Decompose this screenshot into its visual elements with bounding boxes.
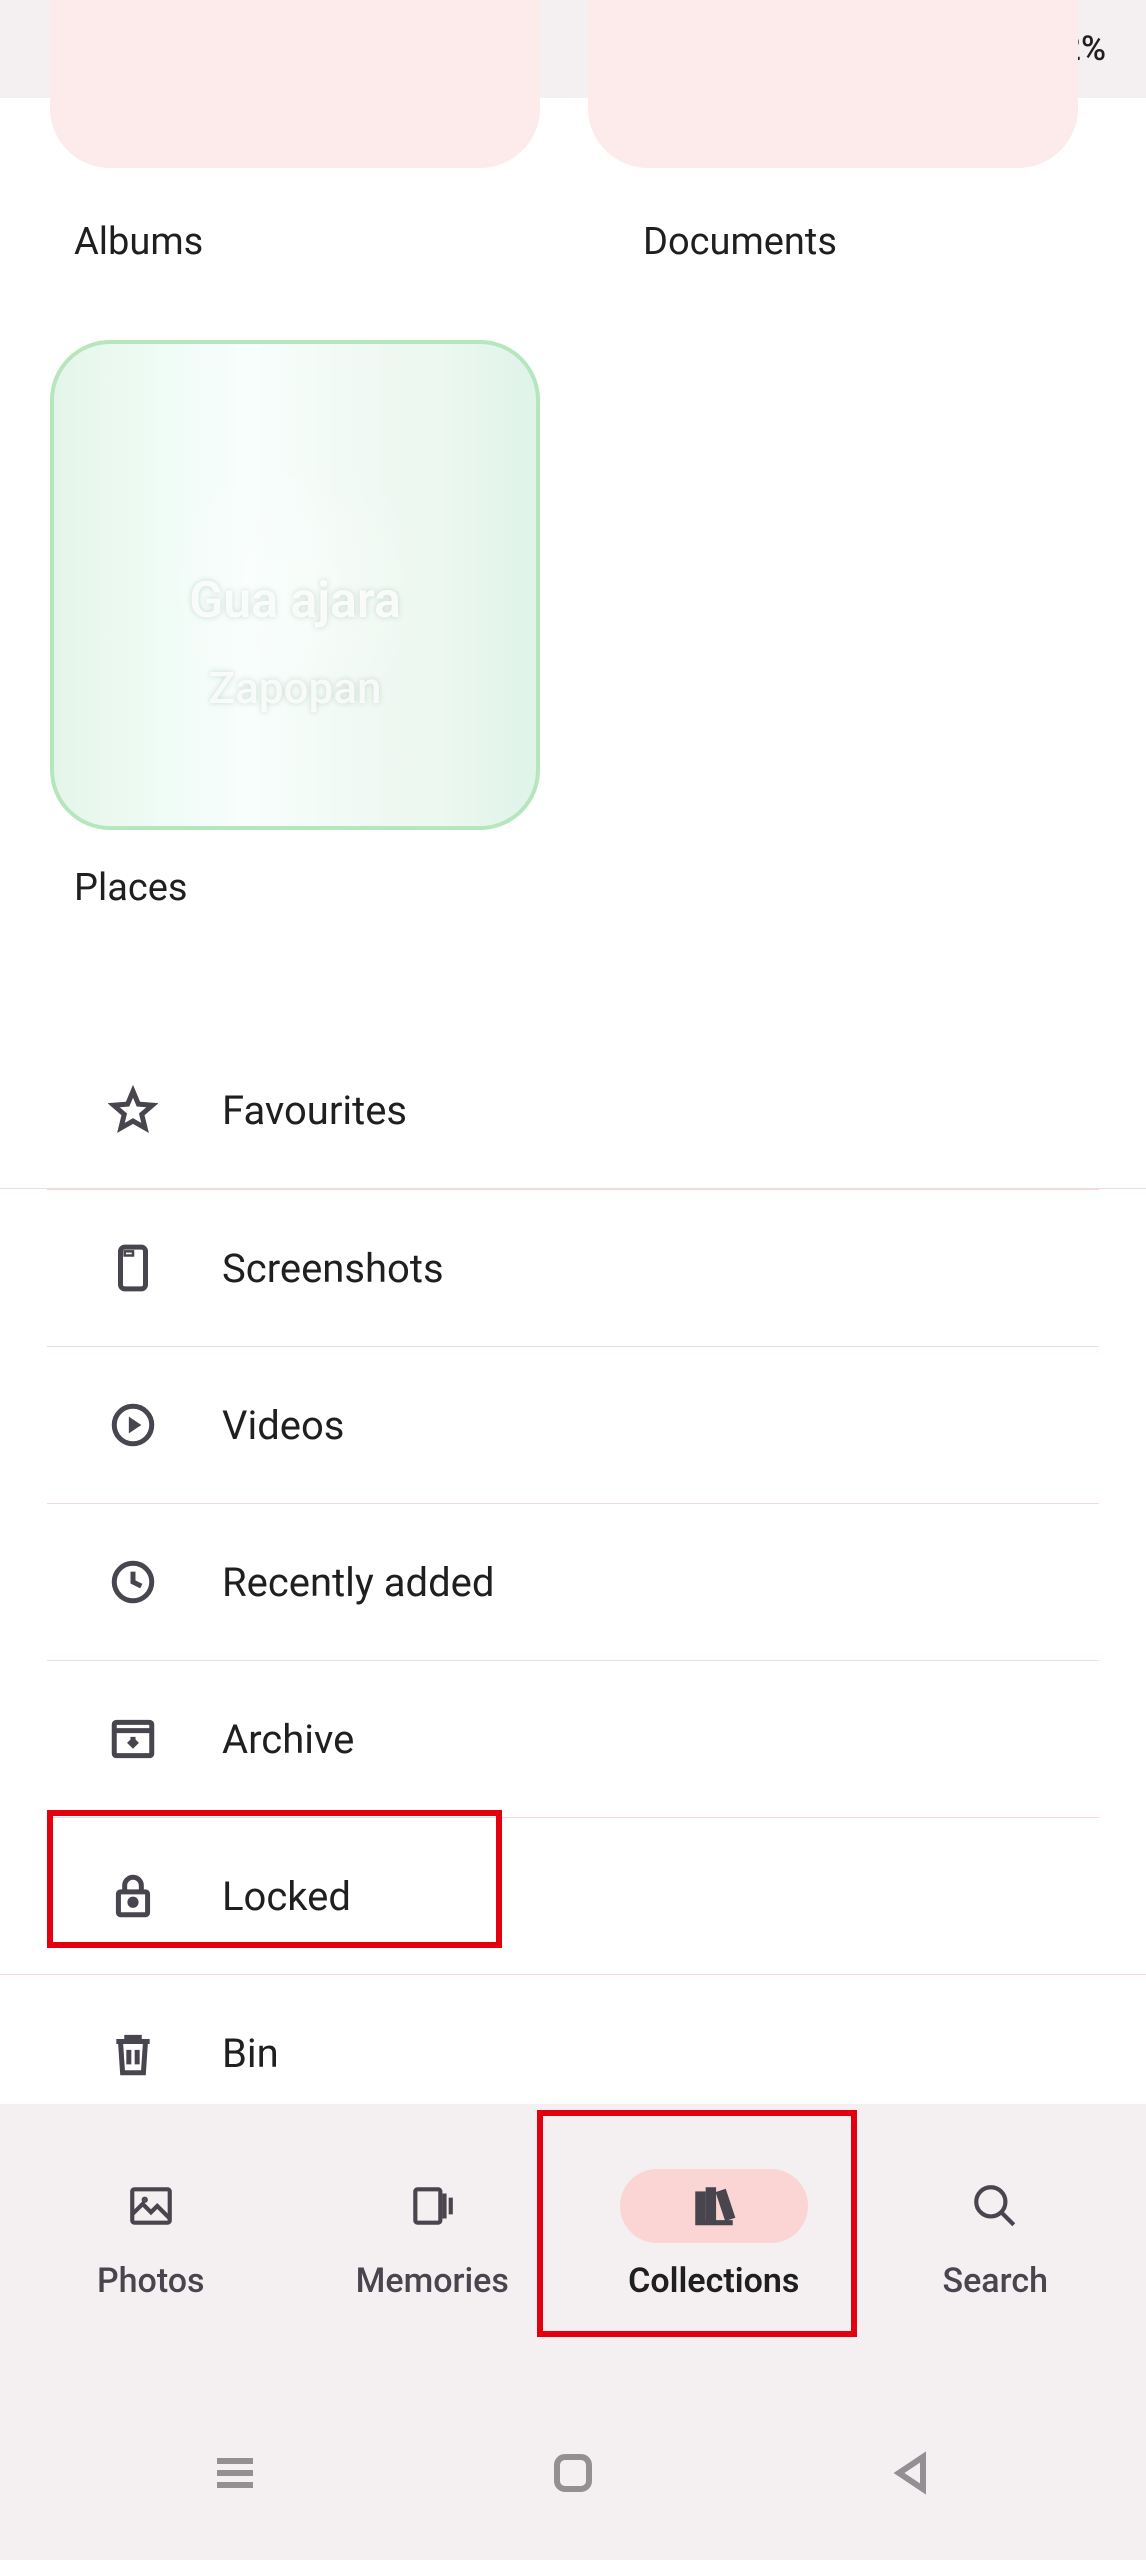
menu-label: Archive <box>222 1716 354 1763</box>
nav-label: Photos <box>97 2261 205 2301</box>
menu-label: Locked <box>222 1873 351 1920</box>
collections-icon <box>620 2169 808 2243</box>
menu-label: Videos <box>222 1402 344 1449</box>
search-icon <box>901 2169 1089 2243</box>
places-label[interactable]: Places <box>74 866 1146 910</box>
recent-apps-button[interactable] <box>211 2449 259 2501</box>
collections-menu: Favourites Screenshots Videos Recently a… <box>0 1032 1146 2132</box>
back-button[interactable] <box>887 2449 935 2501</box>
bin-icon <box>108 2029 158 2079</box>
archive-icon <box>108 1714 158 1764</box>
menu-archive[interactable]: Archive <box>47 1661 1099 1818</box>
nav-photos[interactable]: Photos <box>10 2169 292 2301</box>
menu-label: Favourites <box>222 1087 407 1134</box>
places-map-text: Gua ajara <box>54 572 536 630</box>
places-map-subtext: Zapopan <box>54 662 536 714</box>
menu-screenshots[interactable]: Screenshots <box>47 1190 1099 1347</box>
play-circle-icon <box>108 1400 158 1450</box>
bottom-nav: Photos Memories Collections Search <box>0 2104 1146 2350</box>
nav-memories[interactable]: Memories <box>292 2169 574 2301</box>
places-card[interactable]: Gua ajara Zapopan <box>50 340 540 830</box>
documents-card[interactable] <box>588 0 1078 168</box>
home-button[interactable] <box>549 2449 597 2501</box>
menu-label: Recently added <box>222 1559 494 1606</box>
clock-icon <box>108 1557 158 1607</box>
albums-label[interactable]: Albums <box>0 220 573 264</box>
menu-locked[interactable]: Locked <box>0 1818 1146 1975</box>
nav-label: Memories <box>356 2261 509 2301</box>
menu-videos[interactable]: Videos <box>47 1347 1099 1504</box>
menu-favourites[interactable]: Favourites <box>0 1032 1146 1189</box>
menu-recently-added[interactable]: Recently added <box>47 1504 1099 1661</box>
star-icon <box>108 1085 158 1135</box>
collections-view: Albums Documents Gua ajara Zapopan Place… <box>0 98 1146 2104</box>
documents-label[interactable]: Documents <box>573 220 1146 264</box>
nav-search[interactable]: Search <box>855 2169 1137 2301</box>
photos-icon <box>57 2169 245 2243</box>
nav-label: Search <box>943 2261 1048 2301</box>
nav-label: Collections <box>628 2261 799 2301</box>
menu-label: Bin <box>222 2030 279 2077</box>
system-nav-bar <box>0 2350 1146 2560</box>
albums-card[interactable] <box>50 0 540 168</box>
menu-label: Screenshots <box>222 1245 444 1292</box>
nav-collections[interactable]: Collections <box>573 2169 855 2301</box>
lock-icon <box>108 1871 158 1921</box>
phone-icon <box>108 1243 158 1293</box>
memories-icon <box>338 2169 526 2243</box>
